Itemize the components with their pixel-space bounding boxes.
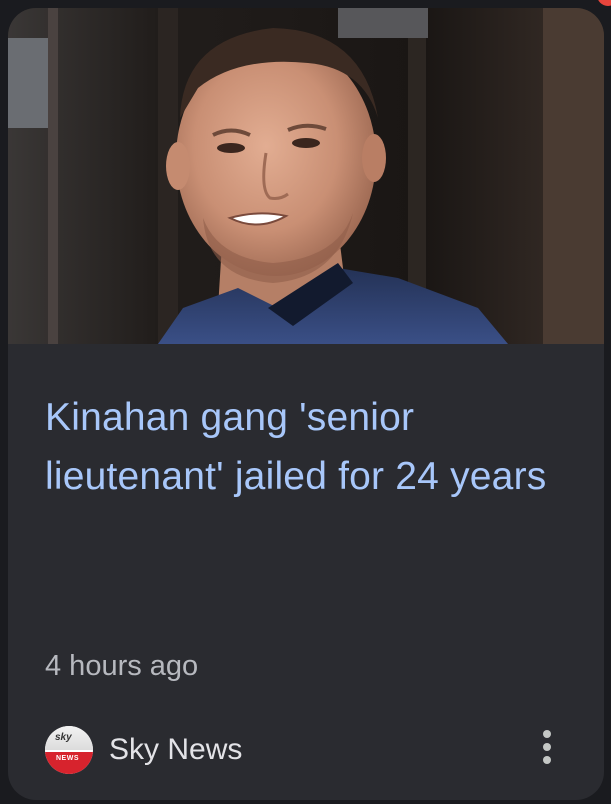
source-name: Sky News	[109, 733, 243, 766]
more-vert-icon-dot	[543, 756, 551, 764]
more-vert-icon	[543, 730, 551, 738]
sky-news-logo-icon: sky NEWS	[45, 726, 93, 774]
source-row[interactable]: sky NEWS Sky News	[45, 720, 242, 780]
article-photo	[8, 8, 604, 344]
article-timestamp: 4 hours ago	[45, 650, 199, 682]
article-image[interactable]	[8, 8, 604, 344]
notification-dot	[597, 0, 611, 6]
article-headline[interactable]: Kinahan gang 'senior lieutenant' jailed …	[45, 388, 585, 506]
news-card[interactable]: Kinahan gang 'senior lieutenant' jailed …	[8, 8, 604, 800]
more-options-button[interactable]	[534, 724, 560, 770]
more-vert-icon-dot	[543, 743, 551, 751]
